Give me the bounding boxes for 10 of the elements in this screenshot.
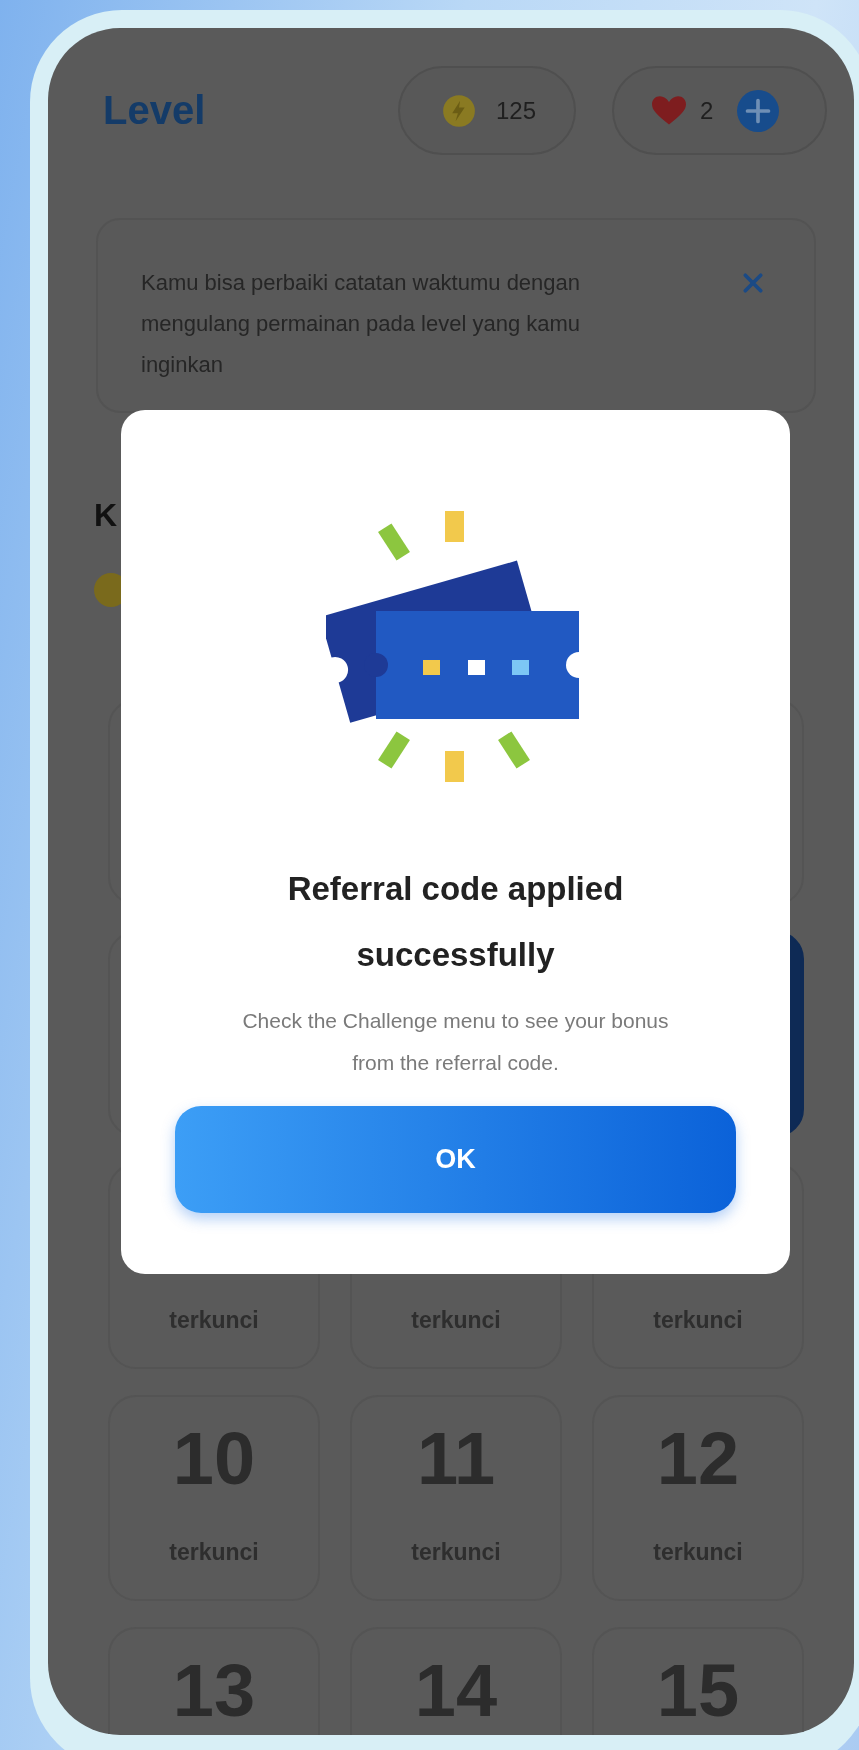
add-button[interactable]	[737, 89, 780, 132]
coin-counter: 125	[398, 66, 576, 155]
ok-button[interactable]: OK	[175, 1106, 736, 1213]
page-title: Level	[103, 88, 207, 133]
coin-icon	[442, 93, 476, 128]
heart-icon	[652, 95, 686, 126]
dialog-message: Check the Challenge menu to see your bonus from the referral code.	[241, 1008, 670, 1076]
dialog-title: Referral code applied successfully	[286, 869, 625, 975]
section-title: K	[94, 496, 119, 535]
lives-counter: 2	[612, 66, 827, 155]
